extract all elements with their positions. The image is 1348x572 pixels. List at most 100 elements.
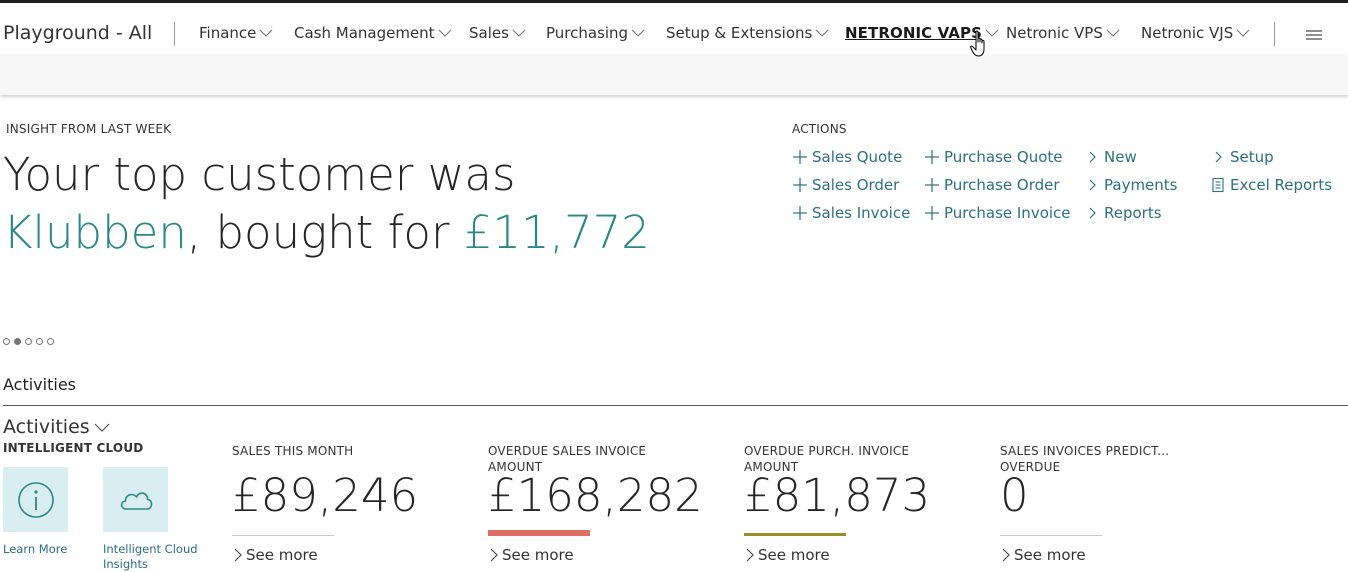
chevron-right-icon [490,548,498,562]
nav-item-label: Sales [469,24,509,42]
insight-carousel-dots [3,338,54,345]
chevron-right-icon [1089,151,1096,163]
chevron-down-icon [260,29,273,37]
action-purchase-invoice[interactable]: Purchase Invoice [924,204,1071,222]
carousel-dot[interactable] [47,338,54,345]
chevron-down-icon [815,29,829,37]
nav-item-label: NETRONIC VAPS [845,24,982,42]
nav-item-label: Cash Management [294,24,435,42]
cue-caption: SALES THIS MONTH [232,444,354,458]
plus-icon [925,178,939,192]
carousel-dot-active[interactable] [14,338,21,345]
top-customer-amount[interactable]: £11,772 [464,206,650,259]
action-label: Purchase Order [944,176,1060,194]
chevron-down-icon [438,29,451,37]
learn-more-label[interactable]: Learn More [3,542,83,557]
chevron-right-icon [746,548,754,562]
action-label: Payments [1104,176,1178,194]
insight-line: Klubben, bought for £11,772 [3,204,650,262]
info-icon [18,482,54,518]
learn-more-tile[interactable] [3,467,68,532]
action-label: Purchase Quote [944,148,1063,166]
insight-text: , bought for [186,206,464,259]
action-bar [0,54,1348,95]
navigation-bar: Playground - All Finance Cash Management… [0,3,1348,54]
action-payments[interactable]: Payments [1084,176,1177,194]
see-more-label: See more [246,546,318,564]
see-more-link[interactable]: See more [1000,546,1086,564]
carousel-dot[interactable] [25,338,32,345]
nav-item-label: Finance [199,24,257,42]
action-purchase-order[interactable]: Purchase Order [924,176,1060,194]
chevron-right-icon [1215,151,1222,163]
nav-item-netronic-vps[interactable]: Netronic VPS [1006,24,1120,42]
cue-value-overdue-sales-invoice[interactable]: £168,282 [488,469,703,522]
action-reports[interactable]: Reports [1084,204,1162,222]
nav-item-label: Purchasing [546,24,629,42]
nav-separator [174,22,175,46]
action-label: New [1104,148,1137,166]
see-more-label: See more [502,546,574,564]
cue-value-sales-this-month[interactable]: £89,246 [232,469,418,522]
cue-underline [1000,535,1102,536]
action-purchase-quote[interactable]: Purchase Quote [924,148,1062,166]
action-label: Purchase Invoice [944,204,1071,222]
cue-value-predicted-overdue[interactable]: 0 [1000,469,1029,522]
document-icon [1212,177,1224,193]
cue-underline [232,535,334,536]
chevron-down-icon [631,29,645,37]
chevron-down-icon [1106,29,1120,37]
nav-item-netronic-vjs[interactable]: Netronic VJS [1141,24,1250,42]
action-sales-order[interactable]: Sales Order [792,176,899,194]
activities-section-title: Activities [3,375,76,394]
action-label: Setup [1230,148,1274,166]
see-more-label: See more [758,546,830,564]
carousel-dot[interactable] [36,338,43,345]
nav-item-purchasing[interactable]: Purchasing [546,24,645,42]
action-label: Reports [1104,204,1162,222]
action-label: Sales Invoice [812,204,911,222]
section-divider [3,405,1348,406]
insight-headline: Your top customer was Klubben, bought fo… [3,146,650,262]
chevron-down-icon [1236,29,1250,37]
chevron-right-icon [1002,548,1010,562]
intelligent-cloud-insights-label[interactable]: Intelligent Cloud Insights [103,542,203,572]
action-sales-invoice[interactable]: Sales Invoice [792,204,910,222]
see-more-link[interactable]: See more [232,546,318,564]
see-more-link[interactable]: See more [488,546,574,564]
chevron-down-icon [94,423,110,432]
company-name[interactable]: Playground - All [3,22,152,44]
actions-caption: ACTIONS [792,122,847,136]
action-label: Sales Quote [812,148,903,166]
nav-item-cash-management[interactable]: Cash Management [294,24,452,42]
nav-item-setup-extensions[interactable]: Setup & Extensions [666,24,829,42]
cue-status-bar-olive [744,533,846,536]
cloud-icon [120,492,153,510]
chevron-right-icon [1089,207,1096,219]
action-setup[interactable]: Setup [1210,148,1274,166]
chevron-right-icon [1089,179,1096,191]
nav-item-label: Setup & Extensions [666,24,813,42]
see-more-link[interactable]: See more [744,546,830,564]
action-excel-reports[interactable]: Excel Reports [1210,176,1332,194]
top-customer-link[interactable]: Klubben [3,206,187,259]
nav-item-sales[interactable]: Sales [469,24,526,42]
chevron-down-icon [512,29,526,37]
cue-value-overdue-purch-invoice[interactable]: £81,873 [744,469,930,522]
hamburger-icon[interactable] [1305,29,1323,41]
nav-separator [1274,22,1275,46]
plus-icon [793,206,807,220]
activities-group-title: Activities [3,416,90,438]
cue-caption: SALES INVOICES PREDICT... OVERDUE [1000,444,1170,474]
plus-icon [925,150,939,164]
insight-line: Your top customer was [3,148,516,201]
action-label: Excel Reports [1230,176,1333,194]
carousel-dot[interactable] [3,338,10,345]
intelligent-cloud-caption: INTELLIGENT CLOUD [3,441,144,455]
nav-item-finance[interactable]: Finance [199,24,273,42]
action-sales-quote[interactable]: Sales Quote [792,148,902,166]
activities-group-toggle[interactable]: Activities [3,416,110,438]
action-new[interactable]: New [1084,148,1137,166]
insight-caption: INSIGHT FROM LAST WEEK [6,122,172,136]
intelligent-cloud-insights-tile[interactable] [103,467,168,532]
